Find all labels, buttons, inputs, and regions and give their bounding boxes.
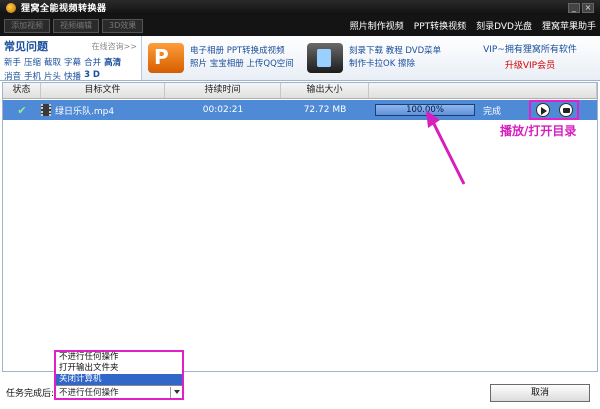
faq-link[interactable]: 3 D [84, 70, 100, 82]
annotation-arrow [426, 110, 466, 185]
promo-ppt-line2: 照片 宝宝相册 上传QQ空间 [190, 59, 294, 69]
completion-label: 任务完成后: [6, 389, 55, 399]
apple-assistant-link[interactable]: 狸窝苹果助手 [542, 19, 596, 32]
3d-effect-button[interactable]: 3D效果 [102, 18, 144, 33]
dropdown-option[interactable]: 不进行任何操作 [56, 352, 182, 363]
faq-link[interactable]: 消音 [4, 70, 21, 82]
minimize-icon[interactable]: _ [568, 2, 580, 13]
dropdown-option[interactable]: 关闭计算机 [56, 374, 182, 385]
completion-dropdown[interactable]: 不进行任何操作 打开输出文件夹 关闭计算机 不进行任何操作 [54, 350, 184, 400]
promo-ppt[interactable]: 电子相册 PPT转换成视频 照片 宝宝相册 上传QQ空间 [142, 36, 301, 80]
faq-link[interactable]: 快播 [64, 70, 81, 82]
faq-link[interactable]: 新手 [4, 56, 21, 68]
header-duration[interactable]: 持续时间 [165, 83, 281, 98]
row-file-name: 绿日乐队.mp4 [55, 106, 115, 117]
checkmark-icon: ✔ [17, 103, 27, 117]
header-progress [369, 83, 597, 98]
online-consult-link[interactable]: 在线咨询>> [92, 41, 137, 52]
chevron-down-icon[interactable] [170, 386, 182, 398]
close-icon[interactable]: × [582, 2, 594, 13]
promo-banner: 常见问题 在线咨询>> 新手 压缩 截取 字幕 合并 高清 消音 手机 片头 快… [0, 36, 600, 82]
vip-panel[interactable]: VIP~拥有狸窝所有软件 升级VIP会员 [460, 36, 600, 80]
top-links: 照片制作视频 PPT转换视频 刻录DVD光盘 狸窝苹果助手 [350, 19, 596, 32]
dvd-phone-icon [307, 43, 343, 73]
faq-links-row-2: 消音 手机 片头 快播 3 D [4, 70, 137, 82]
promo-dvd-line2: 制作卡拉OK 擦除 [349, 59, 415, 69]
faq-title: 常见问题 [4, 40, 48, 53]
completion-select[interactable]: 不进行任何操作 [56, 385, 182, 398]
faq-panel: 常见问题 在线咨询>> 新手 压缩 截取 字幕 合并 高清 消音 手机 片头 快… [0, 36, 142, 82]
dropdown-option[interactable]: 打开输出文件夹 [56, 363, 182, 374]
vip-line1: VIP~拥有狸窝所有软件 [483, 45, 577, 55]
faq-link[interactable]: 截取 [44, 56, 61, 68]
faq-link[interactable]: 高清 [104, 56, 121, 68]
add-video-button[interactable]: 添加视频 [4, 18, 50, 33]
completion-current-value: 不进行任何操作 [59, 388, 119, 398]
toolbar: 添加视频 视频编辑 3D效果 照片制作视频 PPT转换视频 刻录DVD光盘 狸窝… [0, 15, 600, 36]
burn-dvd-link[interactable]: 刻录DVD光盘 [476, 19, 532, 32]
promo-dvd[interactable]: 刻录下载 教程 DVD菜单 制作卡拉OK 擦除 [301, 36, 460, 80]
promo-dvd-line1: 刻录下载 教程 DVD菜单 [349, 46, 442, 56]
faq-link[interactable]: 片头 [44, 70, 61, 82]
faq-link[interactable]: 手机 [24, 70, 41, 82]
annotation-text: 播放/打开目录 [500, 124, 577, 138]
film-icon [41, 104, 51, 116]
open-folder-icon[interactable] [558, 103, 573, 117]
header-size[interactable]: 输出大小 [281, 83, 369, 98]
title-bar: 狸窝全能视频转换器 _ × [0, 0, 600, 15]
row-duration: 00:02:21 [202, 105, 244, 115]
faq-link[interactable]: 合并 [84, 56, 101, 68]
faq-link[interactable]: 字幕 [64, 56, 81, 68]
faq-link[interactable]: 压缩 [24, 56, 41, 68]
row-size: 72.72 MB [303, 105, 347, 115]
header-file[interactable]: 目标文件 [41, 83, 165, 98]
edit-video-button[interactable]: 视频编辑 [53, 18, 99, 33]
cancel-button[interactable]: 取消 [490, 384, 590, 402]
photo-to-video-link[interactable]: 照片制作视频 [350, 19, 404, 32]
window-controls: _ × [568, 2, 594, 13]
play-icon[interactable] [535, 103, 550, 117]
table-header: 状态 目标文件 持续时间 输出大小 [3, 83, 597, 99]
row-status-text: 完成 [483, 106, 502, 117]
row-actions [529, 100, 579, 120]
ppt-to-video-link[interactable]: PPT转换视频 [414, 19, 466, 32]
faq-links-row-1: 新手 压缩 截取 字幕 合并 高清 [4, 56, 137, 68]
upgrade-vip-link[interactable]: 升级VIP会员 [460, 58, 600, 71]
header-status[interactable]: 状态 [3, 83, 41, 98]
table-row[interactable]: ✔ 绿日乐队.mp4 00:02:21 72.72 MB 100.00% 完成 [3, 100, 597, 120]
promo-ppt-line1: 电子相册 PPT转换成视频 [190, 46, 285, 56]
powerpoint-icon [148, 43, 184, 73]
app-logo-icon [6, 2, 16, 13]
app-title: 狸窝全能视频转换器 [21, 4, 107, 14]
